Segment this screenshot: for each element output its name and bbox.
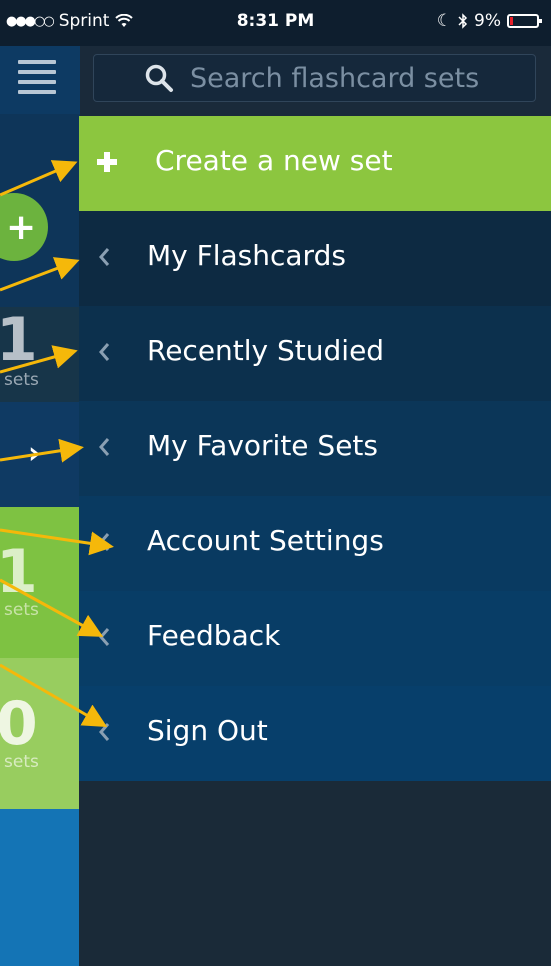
menu-item-account-settings[interactable]: Account Settings <box>79 496 551 591</box>
menu-item-label: Recently Studied <box>147 334 385 367</box>
sets-label: sets <box>4 600 39 620</box>
search-icon <box>145 64 173 92</box>
strip-bottom <box>0 809 80 966</box>
hamburger-menu-icon[interactable] <box>18 60 56 100</box>
sets-count: 1 <box>0 537 38 607</box>
menu-item-label: Sign Out <box>147 714 268 747</box>
create-new-set-button[interactable]: Create a new set <box>79 116 551 211</box>
sets-label: sets <box>4 370 39 390</box>
moon-icon: ☾ <box>436 11 453 31</box>
menu-item-recently-studied[interactable]: Recently Studied <box>79 306 551 401</box>
plus-icon <box>97 152 117 172</box>
side-menu: Create a new set My Flashcards Recently … <box>79 116 551 781</box>
search-bar[interactable] <box>93 54 536 102</box>
sets-count: 1 <box>0 305 38 375</box>
menu-item-sign-out[interactable]: Sign Out <box>79 686 551 781</box>
chevron-left-icon <box>99 628 110 646</box>
status-right: ☾ 9% <box>436 11 542 31</box>
sets-count: 0 <box>0 689 38 759</box>
chevron-right-icon: › <box>28 436 41 471</box>
battery-fill <box>510 17 513 25</box>
chevron-left-icon <box>99 533 110 551</box>
status-bar: ●●●○○ Sprint 8:31 PM ☾ 9% <box>0 0 551 46</box>
battery-percent: 9% <box>474 11 501 31</box>
search-input[interactable] <box>188 61 512 95</box>
menu-item-label: Feedback <box>147 619 281 652</box>
sets-label: sets <box>4 752 39 772</box>
background-screen-strip <box>0 46 80 966</box>
menu-item-feedback[interactable]: Feedback <box>79 591 551 686</box>
menu-empty-area <box>79 781 551 966</box>
chevron-left-icon <box>99 438 110 456</box>
menu-item-my-flashcards[interactable]: My Flashcards <box>79 211 551 306</box>
chevron-left-icon <box>99 343 110 361</box>
create-new-set-label: Create a new set <box>155 144 393 177</box>
menu-item-label: My Flashcards <box>147 239 346 272</box>
chevron-left-icon <box>99 248 110 266</box>
chevron-left-icon <box>99 723 110 741</box>
menu-item-label: Account Settings <box>147 524 384 557</box>
bluetooth-icon <box>458 13 468 29</box>
battery-icon <box>507 14 542 28</box>
menu-item-label: My Favorite Sets <box>147 429 378 462</box>
menu-item-my-favorite-sets[interactable]: My Favorite Sets <box>79 401 551 496</box>
